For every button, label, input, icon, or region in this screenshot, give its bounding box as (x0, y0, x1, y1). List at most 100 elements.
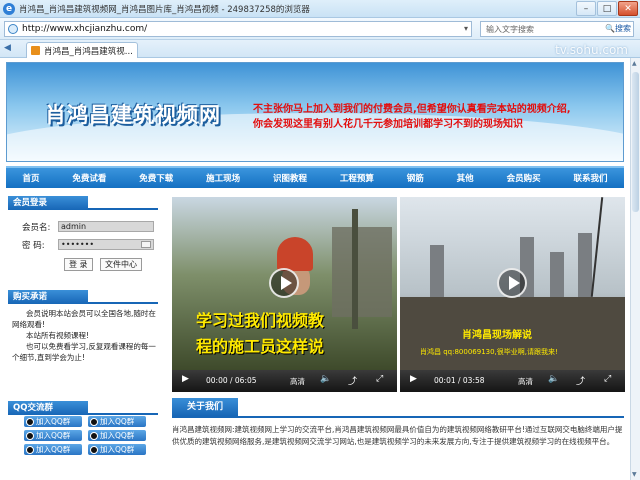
building-shape (578, 233, 592, 297)
video-subtitle: 肖鸿昌现场解说 (462, 330, 532, 341)
play-overlay-icon[interactable] (269, 268, 299, 298)
purchase-line: 会员说明本站会员可以全国各地,随时在网络观看! (12, 309, 156, 329)
purchase-line: 也可以免费看学习,反复观看课程的每一个细节,直到学会为止! (12, 342, 156, 362)
scroll-up-icon[interactable]: ▲ (632, 60, 637, 67)
nav-item-home[interactable]: 首页 (22, 172, 39, 184)
favicon-icon (31, 46, 40, 55)
search-button[interactable]: 🔍搜索 (605, 23, 631, 34)
nav-item-contact[interactable]: 联系我们 (573, 172, 607, 184)
page-viewport: 肖鸿昌建筑视频网 不主张你马上加入到我们的付费会员,但希望你认真看完本站的视频介… (0, 58, 630, 480)
join-qq-button[interactable]: 加入QQ群 (88, 416, 146, 427)
video-player-2[interactable]: 肖鸿昌现场解说 肖鸿昌 qq:800069130,很毕业啊,请跟我来! ▶ 00… (400, 197, 625, 392)
building-shape (430, 245, 444, 297)
share-icon[interactable]: ⤴ (348, 374, 357, 387)
nav-item-free-trial[interactable]: 免费试看 (72, 172, 106, 184)
qq-penguin-icon (90, 417, 98, 426)
qq-penguin-icon (26, 417, 34, 426)
maximize-button[interactable]: □ (597, 1, 617, 16)
divider (88, 208, 158, 210)
password-label: 密 码: (22, 241, 45, 251)
tab-label: 肖鸿昌_肖鸿昌建筑视... (44, 47, 133, 57)
fullscreen-icon[interactable]: ⤢ (376, 374, 383, 384)
scrollbar-thumb[interactable] (632, 72, 639, 212)
crane-shape (352, 209, 358, 329)
username-label: 会员名: (22, 223, 51, 233)
building-shape (550, 252, 564, 297)
share-icon[interactable]: ⤴ (576, 374, 585, 387)
minimize-button[interactable]: – (576, 1, 596, 16)
join-qq-button[interactable]: 加入QQ群 (24, 430, 82, 441)
play-icon[interactable]: ▶ (182, 374, 189, 384)
divider (172, 416, 624, 418)
qq-penguin-icon (26, 445, 34, 454)
purchase-heading: 购买承诺 (8, 290, 88, 304)
nav-item-site[interactable]: 施工现场 (206, 172, 240, 184)
pole-shape (590, 197, 604, 297)
volume-icon[interactable]: 🔈 (320, 374, 331, 384)
join-qq-label: 加入QQ群 (36, 445, 71, 454)
window-title: 肖鸿昌_肖鸿昌建筑视频网_肖鸿昌图片库_肖鸿昌视频 - 249837258的浏览… (19, 5, 310, 15)
qq-penguin-icon (90, 445, 98, 454)
about-us-tab[interactable]: 关于我们 (172, 398, 238, 416)
fullscreen-icon[interactable]: ⤢ (604, 374, 611, 384)
join-qq-label: 加入QQ群 (100, 445, 135, 454)
volume-icon[interactable]: 🔈 (548, 374, 559, 384)
member-center-button[interactable]: 文件中心 (100, 258, 142, 271)
login-heading: 会员登录 (8, 196, 88, 210)
player-time: 00:01 / 03:58 (434, 376, 485, 385)
play-overlay-icon[interactable] (497, 268, 527, 298)
watermark: tv.sohu.com (555, 43, 628, 57)
divider (88, 413, 158, 415)
browser-icon: e (3, 3, 15, 15)
password-field[interactable]: ••••••• (58, 239, 154, 250)
keyboard-icon[interactable] (141, 241, 151, 248)
vertical-scrollbar[interactable]: ▲ ▼ (630, 58, 640, 480)
join-qq-button[interactable]: 加入QQ群 (24, 444, 82, 455)
quality-button[interactable]: 高清 (290, 376, 305, 387)
close-button[interactable]: ✕ (618, 1, 638, 16)
nav-item-drawing[interactable]: 识图教程 (273, 172, 307, 184)
join-qq-button[interactable]: 加入QQ群 (24, 416, 82, 427)
nav-item-other[interactable]: 其他 (457, 172, 474, 184)
address-field[interactable]: http://www.xhcjianzhu.com/ ▾ (4, 21, 472, 37)
video-frame[interactable]: 肖鸿昌现场解说 肖鸿昌 qq:800069130,很毕业啊,请跟我来! (400, 197, 625, 370)
qq-penguin-icon (26, 431, 34, 440)
site-logo[interactable]: 肖鸿昌建筑视频网 (45, 99, 221, 129)
nav-item-rebar[interactable]: 钢筋 (407, 172, 424, 184)
qq-buttons: 加入QQ群 加入QQ群 加入QQ群 加入QQ群 加入QQ群 加入QQ群 (24, 416, 150, 455)
join-qq-label: 加入QQ群 (100, 417, 135, 426)
tab-current[interactable]: 肖鸿昌_肖鸿昌建筑视... (26, 42, 138, 58)
play-icon[interactable]: ▶ (410, 374, 417, 384)
video-subtitle: 程的施工员这样说 (196, 337, 325, 356)
nav-item-budget[interactable]: 工程预算 (340, 172, 374, 184)
purchase-notice: 会员说明本站会员可以全国各地,随时在网络观看! 本站所有视频课程! 也可以免费看… (12, 308, 162, 363)
nav-item-buy[interactable]: 会员购买 (507, 172, 541, 184)
quality-button[interactable]: 高清 (518, 376, 533, 387)
join-qq-label: 加入QQ群 (100, 431, 135, 440)
banner-ad-line2: 你会发现这里有别人花几千元参加培训都学习不到的现场知识 (253, 119, 523, 130)
banner-ad-line1: 不主张你马上加入到我们的付费会员,但希望你认真看完本站的视频介绍, (253, 104, 571, 115)
video-player-1[interactable]: 学习过我们视频教 程的施工员这样说 ▶ 00:00 / 06:05 高清 🔈 ⤴… (172, 197, 397, 392)
join-qq-button[interactable]: 加入QQ群 (88, 430, 146, 441)
search-placeholder: 输入文字搜索 (486, 25, 534, 34)
qq-heading: QQ交流群 (8, 401, 88, 415)
back-arrow-icon[interactable]: ◀ (4, 43, 11, 53)
search-input[interactable]: 输入文字搜索 🔍搜索 (480, 21, 634, 37)
username-field[interactable]: admin (58, 221, 154, 232)
player-time: 00:00 / 06:05 (206, 376, 257, 385)
scroll-down-icon[interactable]: ▼ (632, 471, 637, 478)
player-controls: ▶ 00:01 / 03:58 高清 🔈 ⤴ ⤢ (400, 370, 625, 392)
hard-hat-shape (277, 237, 313, 271)
password-value: ••••••• (61, 240, 95, 249)
join-qq-button[interactable]: 加入QQ群 (88, 444, 146, 455)
site-banner: 肖鸿昌建筑视频网 不主张你马上加入到我们的付费会员,但希望你认真看完本站的视频介… (6, 62, 624, 162)
video-frame[interactable]: 学习过我们视频教 程的施工员这样说 (172, 197, 397, 370)
chevron-down-icon[interactable]: ▾ (464, 24, 468, 33)
window-controls: – □ ✕ (576, 1, 638, 16)
address-toolbar: http://www.xhcjianzhu.com/ ▾ 输入文字搜索 🔍搜索 (0, 18, 640, 40)
nav-item-free-download[interactable]: 免费下载 (139, 172, 173, 184)
divider (88, 302, 158, 304)
purchase-line: 本站所有视频课程! (26, 331, 90, 340)
login-button[interactable]: 登 录 (64, 258, 93, 271)
join-qq-label: 加入QQ群 (36, 431, 71, 440)
